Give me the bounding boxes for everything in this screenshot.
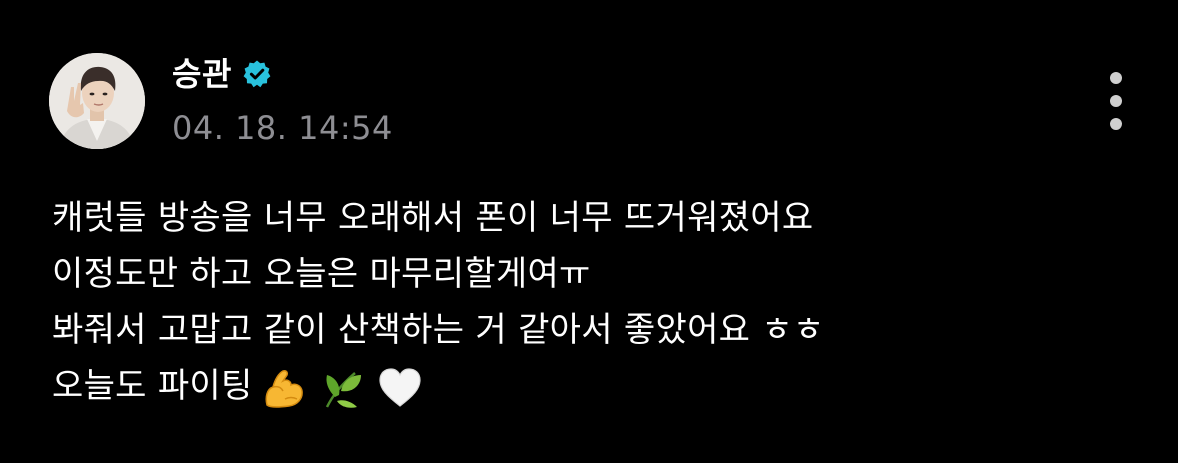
post-text-line: 봐줘서 고맙고 같이 산책하는 거 같아서 좋았어요 ㅎㅎ [52,310,825,350]
emoji-row [261,365,435,411]
profile-photo [49,53,145,149]
post-text-line-last: 오늘도 파이팅 [52,358,1152,414]
white-heart-icon [377,365,423,411]
post-text-line-content: 오늘도 파이팅 [52,366,253,406]
more-options-button[interactable] [1098,68,1134,134]
flexed-biceps-icon [261,365,307,411]
verified-badge-icon [242,59,272,89]
more-vertical-icon-dot [1110,95,1122,107]
post-text-line: 이정도만 하고 오늘은 마무리할게여ㅠ [52,254,591,294]
author-name[interactable]: 승관 [172,52,232,96]
more-vertical-icon [1110,72,1122,84]
author-row: 승관 [172,52,272,96]
post-timestamp: 04. 18. 14:54 [172,109,393,147]
post-text-line: 캐럿들 방송을 너무 오래해서 폰이 너무 뜨거워졌어요 [52,198,814,238]
post-body: 캐럿들 방송을 너무 오래해서 폰이 너무 뜨거워졌어요 이정도만 하고 오늘은… [52,190,1152,414]
avatar[interactable] [49,53,145,149]
herb-icon [319,365,365,411]
post-card: 승관 04. 18. 14:54 캐럿들 방송을 너무 오래해서 폰이 너무 뜨… [0,0,1178,463]
more-vertical-icon-dot [1110,118,1122,130]
